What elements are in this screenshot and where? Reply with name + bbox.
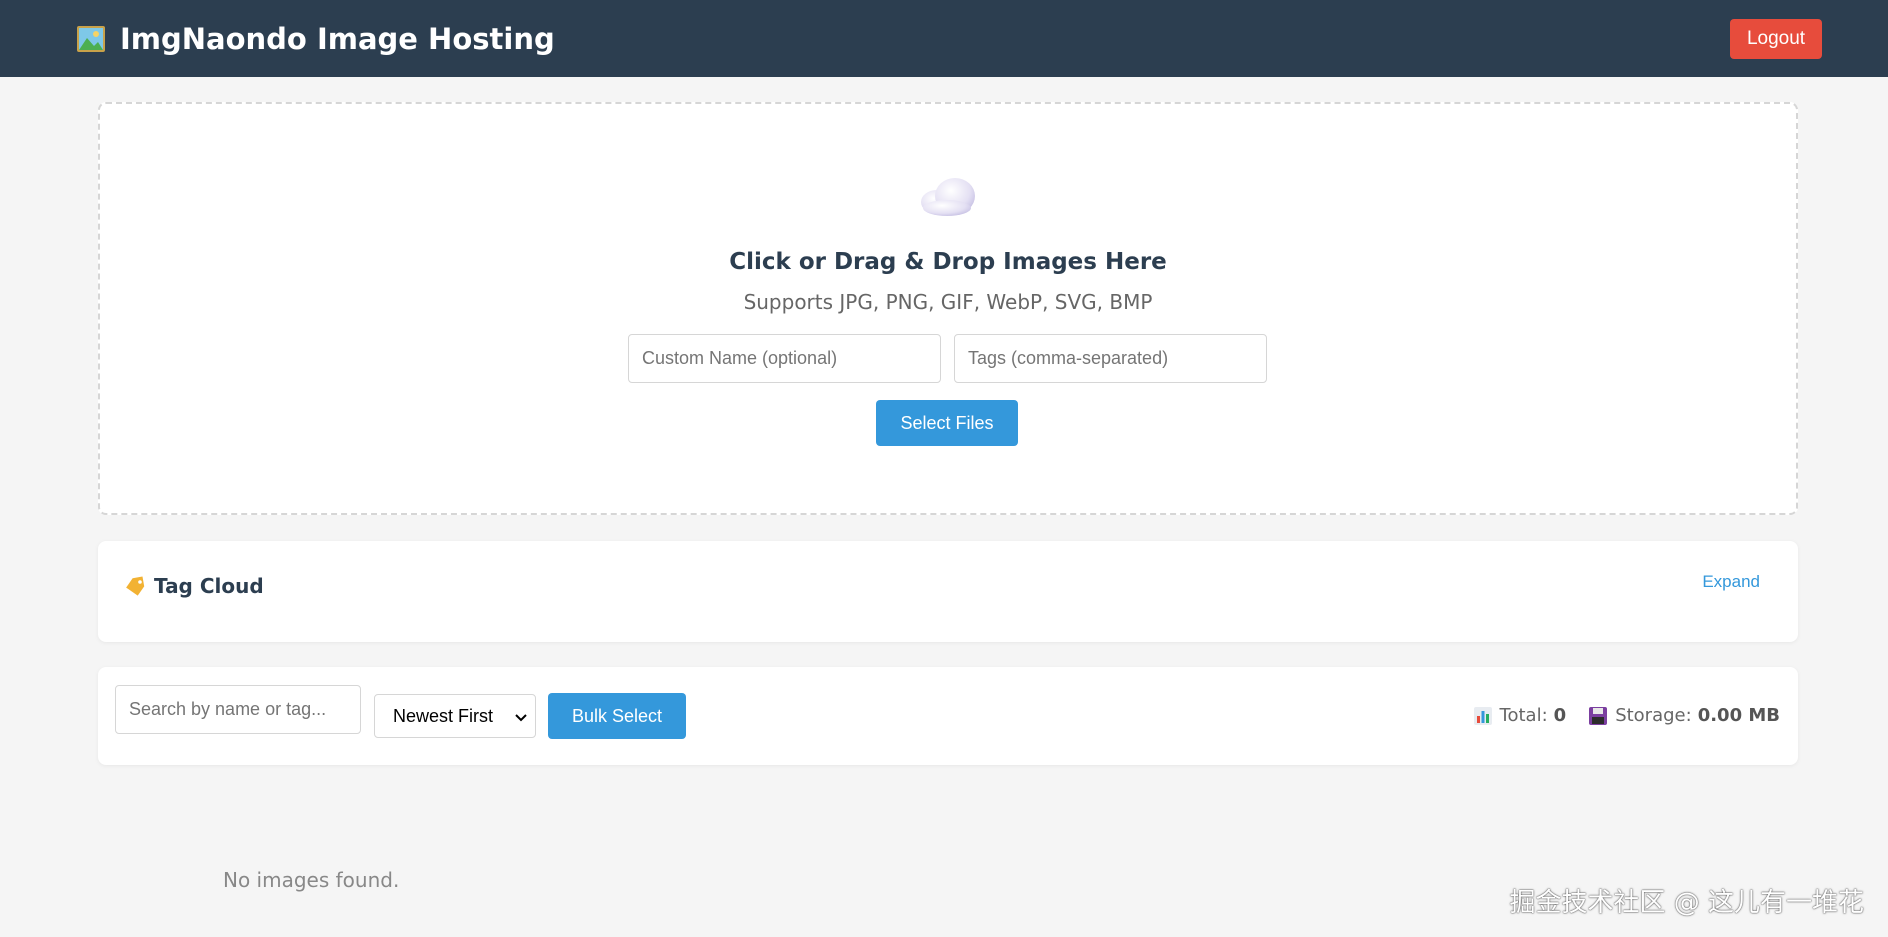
search-input[interactable]	[115, 685, 361, 734]
upload-fields	[628, 334, 1267, 383]
chevron-down-icon	[515, 706, 527, 727]
upload-formats: Supports JPG, PNG, GIF, WebP, SVG, BMP	[743, 290, 1153, 314]
storage-stat: Storage: 0.00 MB	[1588, 705, 1780, 726]
expand-link[interactable]: Expand	[1702, 572, 1760, 592]
floppy-disk-icon	[1588, 706, 1608, 726]
bar-chart-icon	[1473, 706, 1493, 726]
sort-select-value: Newest First	[393, 705, 494, 726]
bulk-select-button[interactable]: Bulk Select	[548, 693, 686, 739]
storage-value: 0.00 MB	[1697, 705, 1780, 726]
tag-icon	[124, 575, 146, 597]
tag-cloud-title: Tag Cloud	[154, 574, 264, 598]
tag-cloud-panel: Tag Cloud Expand	[98, 541, 1798, 642]
brand: ImgNaondo Image Hosting	[76, 22, 555, 56]
tags-input[interactable]	[954, 334, 1267, 383]
empty-gallery-message: No images found.	[223, 868, 400, 892]
logout-button[interactable]: Logout	[1730, 18, 1822, 59]
picture-icon	[76, 24, 106, 54]
gallery-toolbar: Newest First Bulk Select Total: 0	[98, 667, 1798, 765]
custom-name-input[interactable]	[628, 334, 941, 383]
sort-select[interactable]: Newest First	[374, 694, 536, 738]
cloud-icon	[917, 174, 979, 218]
upload-title: Click or Drag & Drop Images Here	[729, 249, 1167, 275]
total-value: 0	[1553, 705, 1567, 726]
total-label: Total:	[1499, 705, 1548, 726]
watermark: 掘金技术社区 @ 这儿有一堆花	[1509, 888, 1864, 918]
select-files-button[interactable]: Select Files	[876, 400, 1018, 446]
upload-dropzone[interactable]: Click or Drag & Drop Images Here Support…	[98, 102, 1798, 515]
total-stat: Total: 0	[1473, 705, 1567, 726]
app-header: ImgNaondo Image Hosting Logout	[0, 0, 1888, 77]
gallery-stats: Total: 0 Storage: 0.00 MB	[1473, 705, 1780, 726]
app-title: ImgNaondo Image Hosting	[120, 21, 555, 56]
storage-label: Storage:	[1615, 705, 1692, 726]
